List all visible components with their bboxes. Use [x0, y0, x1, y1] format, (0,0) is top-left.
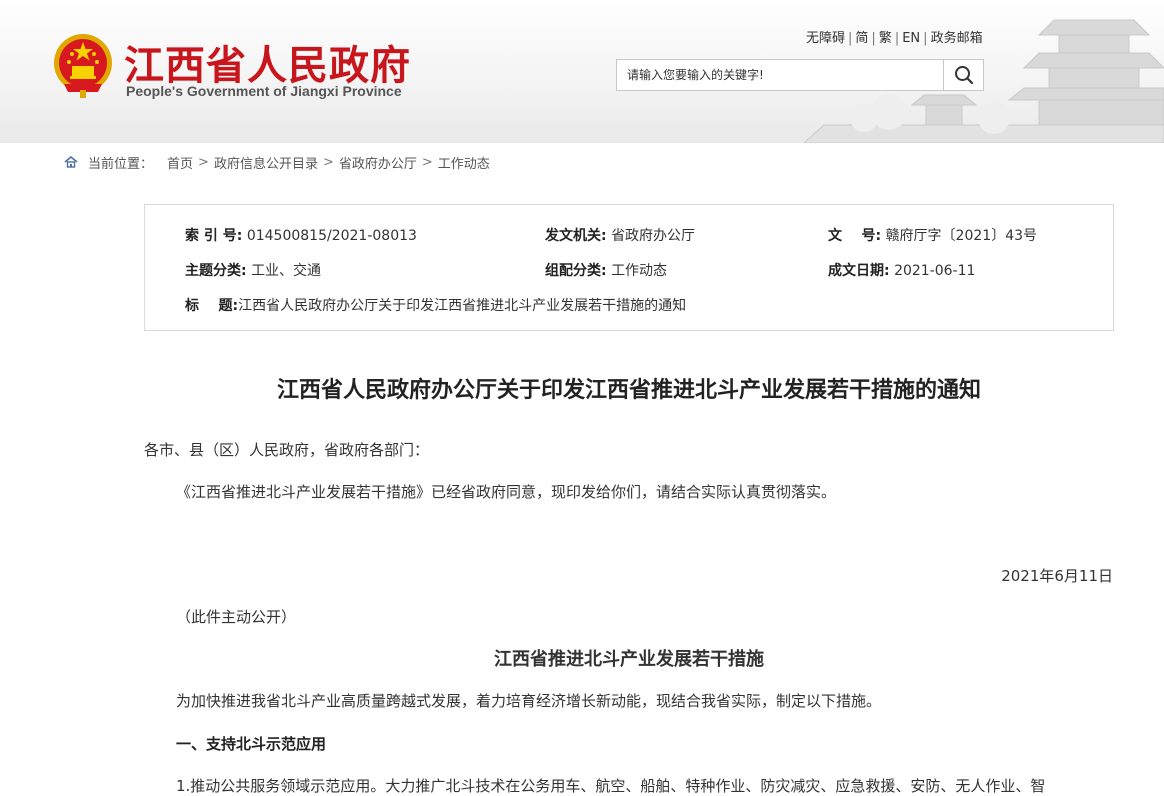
meta-value: 省政府办公厅 [611, 228, 696, 244]
national-emblem-logo [54, 34, 112, 98]
meta-label: 索 引 号: [185, 228, 243, 244]
meta-value: 工业、交通 [251, 263, 322, 279]
meta-document-number: 文 号: 赣府厅字〔2021〕43号 [828, 225, 1037, 245]
meta-label: 主题分类: [185, 263, 247, 279]
disclosure-note: （此件主动公开） [176, 608, 297, 626]
link-separator: | [848, 31, 853, 46]
meta-index-number: 索 引 号: 014500815/2021-08013 [185, 225, 417, 245]
meta-topic: 主题分类: 工业、交通 [185, 260, 321, 280]
breadcrumb-label: 当前位置： [88, 156, 154, 172]
measure-item: 1.推动公共服务领域示范应用。大力推广北斗技术在公务用车、航空、船舶、特种作业、… [176, 777, 1046, 795]
breadcrumb-arrow-icon: > [198, 154, 209, 170]
breadcrumb: 当前位置： 首页 > 政府信息公开目录 > 省政府办公厅 > 工作动态 [64, 153, 490, 172]
measures-intro: 为加快推进我省北斗产业高质量跨越式发展，着力培育经济增长新动能，现结合我省实际，… [176, 692, 882, 710]
breadcrumb-home[interactable]: 首页 [167, 153, 193, 172]
breadcrumb-info-catalog[interactable]: 政府信息公开目录 [214, 153, 318, 172]
home-icon [64, 155, 78, 168]
article-salutation: 各市、县（区）人民政府，省政府各部门： [144, 441, 430, 459]
document-metadata-box: 索 引 号: 014500815/2021-08013 发文机关: 省政府办公厅… [144, 204, 1114, 331]
meta-category: 组配分类: 工作动态 [545, 260, 667, 280]
meta-title: 标 题:江西省人民政府办公厅关于印发江西省推进北斗产业发展若干措施的通知 [185, 295, 686, 315]
link-separator: | [894, 31, 900, 46]
meta-value: 2021-06-11 [894, 263, 976, 279]
top-links: 无障碍 | 简 | 繁 | EN | 政务邮箱 [806, 27, 983, 46]
article-title: 江西省人民政府办公厅关于印发江西省推进北斗产业发展若干措施的通知 [276, 378, 981, 403]
site-name-english: People's Government of Jiangxi Province [126, 83, 402, 99]
breadcrumb-arrow-icon: > [322, 154, 334, 170]
search-button[interactable] [943, 60, 983, 90]
search-input[interactable] [617, 60, 943, 90]
measures-title: 江西省推进北斗产业发展若干措施 [494, 649, 764, 670]
site-header: 江西省人民政府 People's Government of Jiangxi P… [0, 0, 1164, 143]
meta-value: 014500815/2021-08013 [246, 228, 417, 244]
breadcrumb-arrow-icon: > [421, 154, 433, 170]
breadcrumb-work-news[interactable]: 工作动态 [438, 153, 490, 172]
meta-label: 标 题: [185, 298, 239, 314]
breadcrumb-general-office[interactable]: 省政府办公厅 [339, 153, 417, 172]
government-mail-link[interactable]: 政务邮箱 [931, 31, 983, 46]
meta-value: 赣府厅字〔2021〕43号 [885, 228, 1038, 244]
search-box [616, 59, 984, 91]
meta-value: 工作动态 [611, 263, 668, 279]
section-heading: 一、支持北斗示范应用 [176, 735, 327, 753]
meta-issuer: 发文机关: 省政府办公厅 [545, 225, 695, 245]
meta-label: 组配分类: [545, 263, 607, 279]
english-link[interactable]: EN [902, 31, 920, 46]
meta-value: 江西省人民政府办公厅关于印发江西省推进北斗产业发展若干措施的通知 [238, 298, 687, 314]
link-separator: | [923, 31, 928, 46]
accessibility-link[interactable]: 无障碍 [806, 31, 845, 46]
meta-label: 文 号: [828, 228, 882, 244]
link-separator: | [871, 31, 876, 46]
meta-label: 成文日期: [828, 263, 890, 279]
traditional-chinese-link[interactable]: 繁 [879, 31, 892, 46]
article-body: 《江西省推进北斗产业发展若干措施》已经省政府同意，现印发给你们，请结合实际认真贯… [176, 483, 837, 501]
meta-date: 成文日期: 2021-06-11 [828, 260, 975, 280]
meta-label: 发文机关: [545, 228, 607, 244]
simplified-chinese-link[interactable]: 简 [855, 31, 868, 46]
article-date: 2021年6月11日 [1001, 567, 1113, 585]
search-icon [954, 66, 973, 85]
